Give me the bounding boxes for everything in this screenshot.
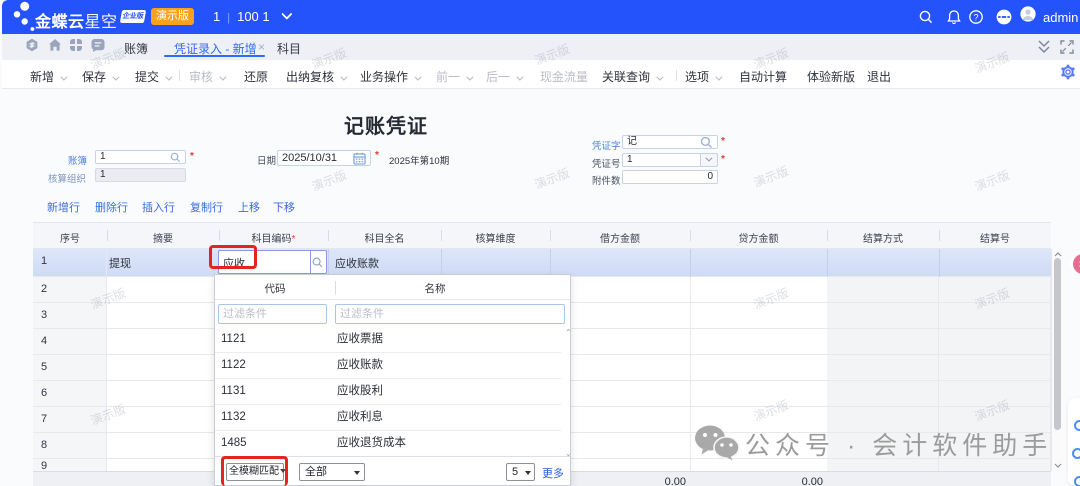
svg-text:?: ? xyxy=(973,12,978,22)
